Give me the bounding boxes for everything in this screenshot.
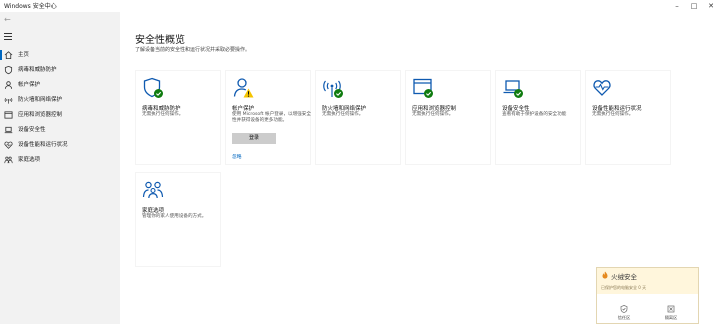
quarantine-label: 隔离区 [664, 315, 678, 320]
tile-title: 家庭选项 [142, 208, 165, 214]
security-notification-popup: 火绒安全 已保护您的电脑安全 0 天 信任区 隔离区 [596, 267, 699, 324]
sidebar-item-virus-protection[interactable]: 病毒和威胁防护 [0, 63, 120, 77]
tile-family-options[interactable]: 家庭选项 管理你的家人使用设备的方式。 [135, 172, 221, 267]
sidebar-item-account[interactable]: 帐户保护 [0, 78, 120, 92]
quarantine-icon [667, 305, 675, 313]
tile-virus-protection[interactable]: 病毒和威胁防护 无需执行任何操作。 [135, 70, 221, 165]
sidebar-item-device-security[interactable]: 设备安全性 [0, 123, 120, 137]
page-title: 安全性概览 [135, 35, 185, 46]
tile-description: 无需执行任何操作。 [322, 112, 364, 117]
sidebar-item-app-browser[interactable]: 应用和浏览器控制 [0, 108, 120, 122]
sidebar-item-label: 病毒和威胁防护 [18, 67, 57, 73]
tile-account-protection[interactable]: 帐户保护 使用 Microsoft 帐户登录，以增强安全性并获得设备的更多功能。… [225, 70, 311, 165]
tile-firewall[interactable]: 防火墙和网络保护 无需执行任何操作。 [315, 70, 401, 165]
dismiss-link[interactable]: 忽略 [232, 153, 242, 160]
close-button[interactable]: ✕ [703, 0, 719, 12]
huorong-logo-icon [602, 271, 608, 279]
person-warning-icon [233, 78, 254, 98]
shield-icon [4, 65, 13, 75]
tile-device-health[interactable]: 设备性能和运行状况 无需执行任何操作。 [585, 70, 671, 165]
sidebar-item-label: 家庭选项 [18, 157, 41, 163]
trust-zone-icon [620, 305, 628, 313]
laptop-icon [4, 126, 13, 134]
tile-description: 管理你的家人使用设备的方式。 [142, 214, 207, 219]
sidebar-item-label: 帐户保护 [18, 82, 41, 88]
tile-device-security[interactable]: 设备安全性 查看有助于保护设备的安全功能 [495, 70, 581, 165]
sign-in-button[interactable]: 登录 [232, 133, 276, 144]
trust-zone-button[interactable]: 信任区 [609, 305, 639, 323]
tile-description: 查看有助于保护设备的安全功能 [502, 112, 567, 117]
wifi-icon [4, 97, 13, 104]
sidebar-item-label: 主页 [18, 52, 30, 58]
heart-pulse-icon [593, 80, 611, 96]
tile-description: 无需执行任何操作。 [412, 112, 454, 117]
menu-icon[interactable] [4, 33, 12, 40]
person-icon [4, 81, 13, 89]
sidebar: ← 主页 病毒和威胁防护 帐户保护 防火墙和网络保护 应用和浏览器控制 设备安全… [0, 12, 120, 324]
shield-check-icon [143, 77, 163, 98]
trust-zone-label: 信任区 [617, 315, 631, 320]
sidebar-item-label: 应用和浏览器控制 [18, 112, 63, 118]
popup-header: 火绒安全 已保护您的电脑安全 0 天 [597, 268, 698, 294]
sidebar-item-label: 设备性能和运行状况 [18, 142, 68, 148]
tile-app-browser[interactable]: 应用和浏览器控制 无需执行任何操作。 [405, 70, 491, 165]
tile-title: 帐户保护 [232, 106, 255, 112]
tile-title: 病毒和威胁防护 [142, 106, 181, 112]
sidebar-item-label: 防火墙和网络保护 [18, 97, 63, 103]
quarantine-button[interactable]: 隔离区 [656, 305, 686, 323]
popup-message: 已保护您的电脑安全 0 天 [601, 285, 647, 290]
app-window-icon [4, 111, 13, 119]
family-icon [142, 181, 164, 199]
tile-description: 无需执行任何操作。 [142, 112, 184, 117]
sidebar-item-family[interactable]: 家庭选项 [0, 153, 120, 167]
tile-title: 设备性能和运行状况 [592, 106, 642, 112]
sidebar-item-firewall[interactable]: 防火墙和网络保护 [0, 93, 120, 107]
back-button[interactable]: ← [4, 15, 11, 25]
app-window-check-icon [413, 78, 433, 98]
tile-title: 应用和浏览器控制 [412, 106, 457, 112]
sidebar-item-device-health[interactable]: 设备性能和运行状况 [0, 138, 120, 152]
tile-description: 使用 Microsoft 帐户登录，以增强安全性并获得设备的更多功能。 [232, 112, 311, 123]
tile-description: 无需执行任何操作。 [592, 112, 634, 117]
popup-title: 火绒安全 [611, 273, 637, 281]
window-title: Windows 安全中心 [4, 3, 57, 10]
home-icon [4, 51, 13, 60]
minimize-button[interactable]: – [669, 0, 685, 12]
title-bar: Windows 安全中心 – □ ✕ [0, 0, 720, 12]
page-subtitle: 了解设备当前的安全性和运行状况并采取必要操作。 [135, 47, 251, 53]
maximize-button[interactable]: □ [686, 0, 702, 12]
sidebar-item-label: 设备安全性 [18, 127, 46, 133]
tile-title: 设备安全性 [502, 106, 530, 112]
heart-pulse-icon [4, 141, 13, 149]
tile-title: 防火墙和网络保护 [322, 106, 367, 112]
laptop-check-icon [503, 80, 523, 98]
wifi-check-icon [323, 80, 343, 98]
family-icon [4, 156, 13, 164]
sidebar-item-home[interactable]: 主页 [0, 48, 120, 62]
